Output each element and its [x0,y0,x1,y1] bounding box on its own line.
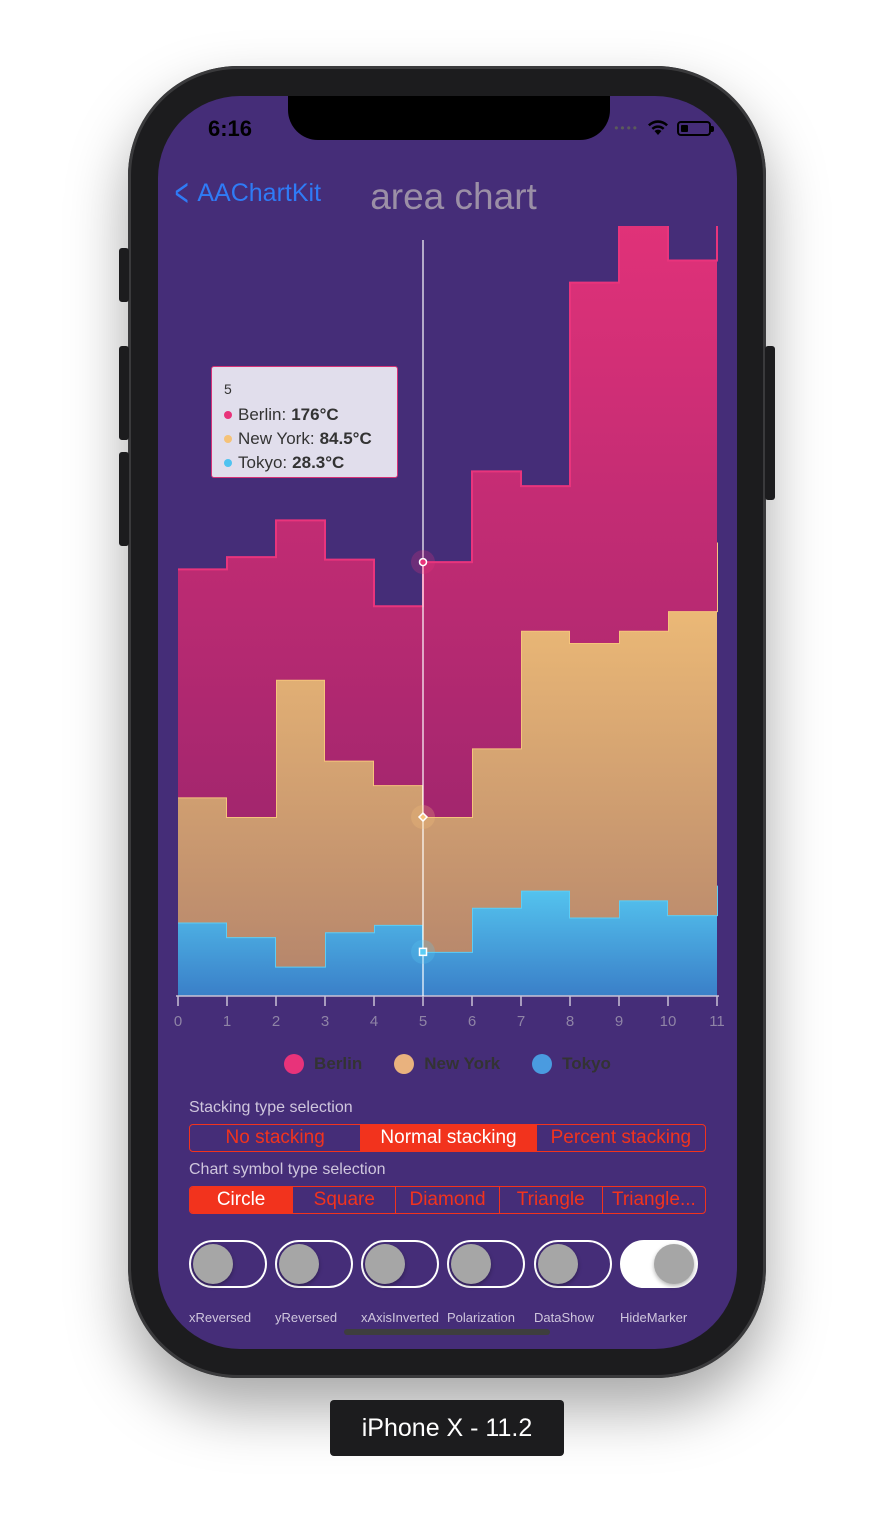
hidemarker-switch[interactable] [620,1240,698,1288]
yreversed-label: yReversed [275,1310,338,1325]
xreversed-switch[interactable] [189,1240,267,1288]
volume-down-button [119,452,129,546]
hidemarker-label: HideMarker [620,1310,688,1325]
stacking-option-none[interactable]: No stacking [190,1125,362,1151]
stacking-segmented-control: No stacking Normal stacking Percent stac… [189,1124,706,1152]
new-york-dot-icon [394,1054,415,1074]
switch-knob [365,1244,405,1284]
screen: 6:16 •••• < AAChartKit area chart 0 1 2 … [158,96,737,1349]
x-tick-label: 0 [174,1013,182,1030]
x-tick-label: 3 [321,1013,329,1030]
x-tick-label: 10 [660,1013,677,1030]
stacking-option-normal[interactable]: Normal stacking [361,1125,537,1151]
tooltip-series-name: Berlin [238,405,282,424]
data-point-tokyo [418,947,428,957]
legend-item-tokyo[interactable]: Tokyo [532,1054,611,1074]
tooltip-row-tokyo: Tokyo: 28.3°C [224,451,385,475]
switch-knob [538,1244,578,1284]
notch [288,96,610,140]
x-tick-label: 9 [615,1013,623,1030]
tooltip-series-value: 28.3°C [292,453,345,472]
volume-up-button [119,346,129,440]
x-tick-label: 7 [517,1013,525,1030]
symbol-option-triangle-down[interactable]: Triangle... [603,1187,705,1213]
power-button [765,346,775,500]
x-tick-label: 11 [709,1013,725,1030]
yreversed-switch[interactable] [275,1240,353,1288]
symbol-option-square[interactable]: Square [293,1187,397,1213]
legend-label: Berlin [314,1054,363,1073]
x-tick-label: 6 [468,1013,476,1030]
berlin-dot-icon [284,1054,305,1074]
switch-knob [279,1244,319,1284]
symbol-section-label: Chart symbol type selection [189,1161,386,1178]
legend-item-berlin[interactable]: Berlin [284,1054,362,1074]
legend-item-new-york[interactable]: New York [394,1054,500,1074]
mute-switch [119,248,129,302]
battery-icon [677,120,714,136]
symbol-option-circle[interactable]: Circle [190,1187,294,1213]
tooltip-series-name: Tokyo [238,453,283,472]
wifi-icon [648,120,668,135]
status-icons: •••• [614,120,714,136]
polarization-label: Polarization [447,1310,515,1325]
x-tick-label: 2 [272,1013,280,1030]
tokyo-dot-icon [224,459,232,467]
new-york-dot-icon [224,435,232,443]
tooltip-series-value: 84.5°C [319,429,372,448]
datashow-label: DataShow [534,1310,594,1325]
switch-knob [451,1244,491,1284]
home-indicator [344,1329,550,1335]
berlin-dot-icon [224,411,232,419]
xaxisinverted-label: xAxisInverted [361,1310,440,1325]
tokyo-dot-icon [532,1054,553,1074]
x-tick-label: 4 [370,1013,378,1030]
tooltip-row-new-york: New York: 84.5°C [224,427,385,451]
xaxisinverted-switch[interactable] [361,1240,439,1288]
xreversed-label: xReversed [189,1310,252,1325]
legend-label: Tokyo [562,1054,611,1073]
x-tick-label: 8 [566,1013,574,1030]
device-label: iPhone X - 11.2 [330,1400,564,1456]
switch-knob [654,1244,694,1284]
signal-icon: •••• [614,121,639,135]
datashow-switch[interactable] [534,1240,612,1288]
legend-label: New York [424,1054,501,1073]
symbol-option-triangle[interactable]: Triangle [500,1187,603,1213]
stacking-option-percent[interactable]: Percent stacking [537,1125,705,1151]
tooltip-row-berlin: Berlin: 176°C [224,403,385,427]
switch-knob [193,1244,233,1284]
stacking-section-label: Stacking type selection [189,1099,353,1116]
x-tick-label: 1 [223,1013,231,1030]
symbol-option-diamond[interactable]: Diamond [396,1187,500,1213]
tooltip-header: 5 [224,381,232,397]
data-point-berlin [418,557,428,567]
polarization-switch[interactable] [447,1240,525,1288]
tooltip-series-value: 176°C [291,405,339,424]
chart-legend: Berlin New York Tokyo [158,1054,737,1074]
symbol-segmented-control: Circle Square Diamond Triangle Triangle.… [189,1186,706,1214]
x-tick-label: 5 [419,1013,427,1030]
chart-tooltip: 5 Berlin: 176°C New York: 84.5°C Tokyo: … [211,366,398,478]
status-time: 6:16 [208,116,253,141]
tooltip-series-name: New York [238,429,310,448]
area-chart[interactable]: 0 1 2 3 4 5 6 7 8 9 10 11 [158,226,737,1056]
page-title: area chart [370,176,537,217]
